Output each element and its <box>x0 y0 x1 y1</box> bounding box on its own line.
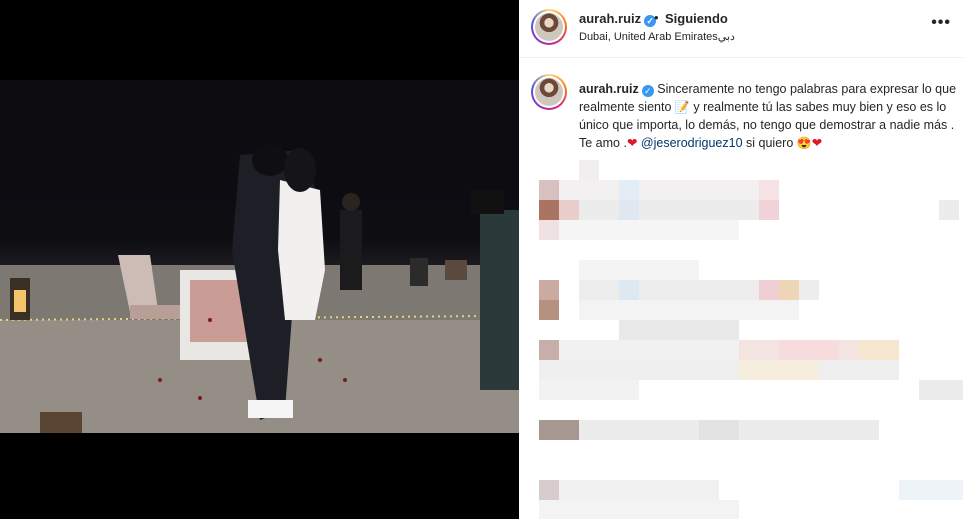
verified-badge-icon: ✓ <box>641 85 654 97</box>
red-heart-emoji: ❤ <box>811 136 823 150</box>
location-link[interactable]: Dubai, United Arab Emiratesدبي <box>579 30 735 43</box>
post-media[interactable] <box>0 0 519 519</box>
post-photo[interactable] <box>0 80 519 433</box>
heart-eyes-emoji: 😍 <box>796 136 812 150</box>
caption-username[interactable]: aurah.ruiz <box>579 82 639 96</box>
more-options-icon[interactable]: ••• <box>931 14 951 32</box>
proposal-scene-image <box>0 144 519 433</box>
caption-avatar[interactable] <box>531 74 567 110</box>
caption-part3: si quiero <box>746 136 794 150</box>
avatar[interactable] <box>531 9 567 45</box>
caption-text: aurah.ruiz ✓ Sinceramente no tengo palabr… <box>579 80 957 152</box>
following-button[interactable]: Siguiendo <box>665 11 728 26</box>
header-username[interactable]: aurah.ruiz ✓ <box>579 11 657 27</box>
mention-link[interactable]: @jeserodriguez10 <box>641 136 743 150</box>
red-heart-emoji: ❤ <box>626 136 638 150</box>
post-side-panel: aurah.ruiz ✓ • Siguiendo Dubai, United Ar… <box>519 0 963 519</box>
post-header: aurah.ruiz ✓ • Siguiendo Dubai, United Ar… <box>519 0 963 58</box>
separator-dot: • <box>654 10 659 25</box>
memo-emoji: 📝 <box>674 100 690 114</box>
